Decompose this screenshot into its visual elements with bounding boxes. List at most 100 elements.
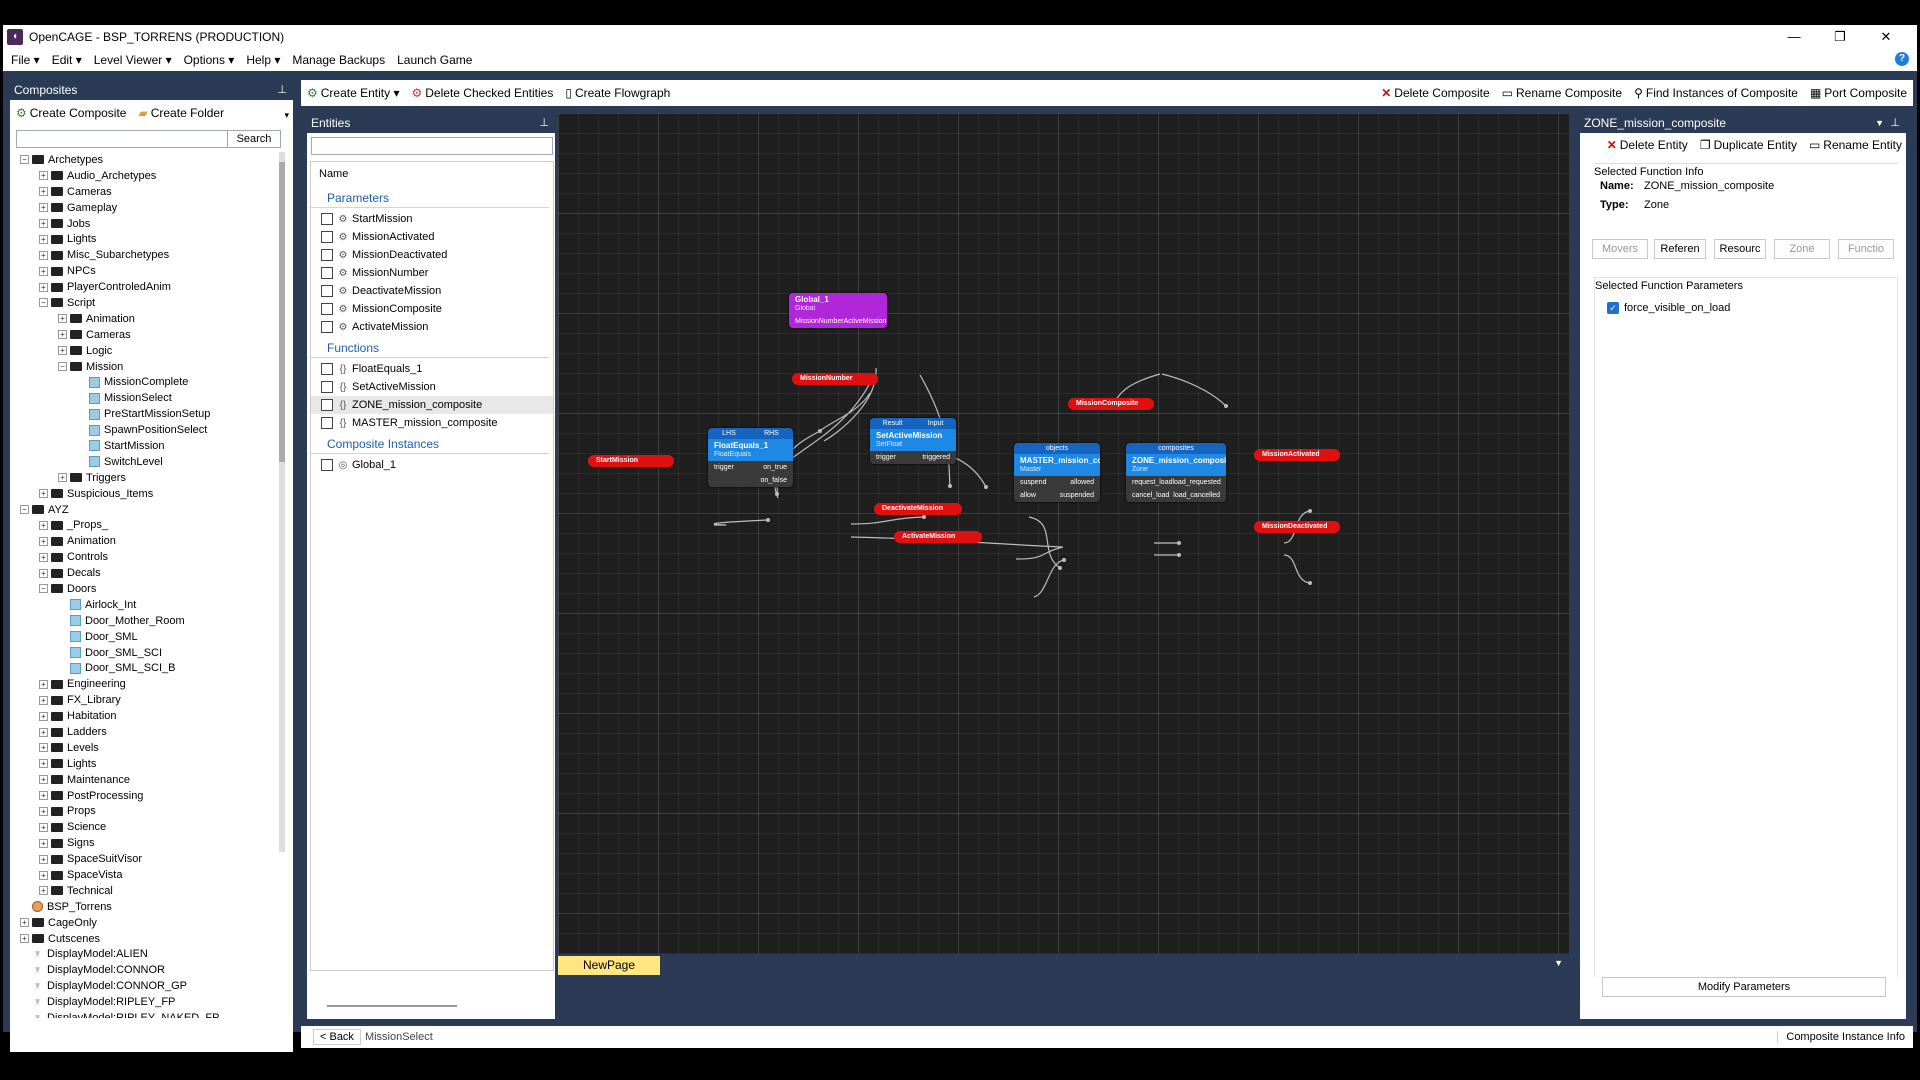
tree-item[interactable]: + NPCs: [12, 263, 274, 279]
delete-checked-entities-button[interactable]: ⚙ Delete Checked Entities: [412, 86, 554, 100]
tree-item[interactable]: ♆ DisplayModel:ALIEN: [12, 947, 274, 963]
tree-item[interactable]: + PostProcessing: [12, 788, 274, 804]
tree-item[interactable]: + Signs: [12, 835, 274, 851]
create-folder-button[interactable]: ▰ Create Folder: [138, 106, 224, 120]
entity-list-item[interactable]: ⚙ ActivateMission: [311, 318, 553, 336]
collapse-icon[interactable]: −: [39, 584, 48, 594]
tree-item[interactable]: + Audio_Archetypes: [12, 168, 274, 184]
tree-item[interactable]: ♆ DisplayModel:RIPLEY_FP: [12, 994, 274, 1010]
expand-icon[interactable]: +: [39, 203, 48, 213]
entity-list-item[interactable]: ⚙ MissionActivated: [311, 228, 553, 246]
entity-checkbox[interactable]: [321, 231, 333, 243]
node-pin[interactable]: MissionNumber: [795, 315, 844, 328]
pin-icon[interactable]: ⊥: [277, 80, 287, 100]
tree-item[interactable]: + Maintenance: [12, 772, 274, 788]
entity-list-hscroll[interactable]: [327, 1005, 457, 1007]
tree-item[interactable]: ♆ DisplayModel:RIPLEY_NAKED_FP: [12, 1010, 274, 1018]
tree-item[interactable]: + FX_Library: [12, 692, 274, 708]
create-entity-button[interactable]: ⚙ Create Entity ▾: [307, 86, 400, 100]
node-pin[interactable]: RHS: [764, 428, 779, 439]
menu-options[interactable]: Options ▾: [184, 53, 235, 67]
expand-icon[interactable]: +: [39, 552, 48, 562]
entity-checkbox[interactable]: [321, 303, 333, 315]
expand-icon[interactable]: +: [39, 171, 48, 181]
tree-item[interactable]: + Cameras: [12, 184, 274, 200]
tree-item[interactable]: + SpaceSuitVisor: [12, 851, 274, 867]
expand-icon[interactable]: +: [39, 489, 48, 499]
expand-icon[interactable]: +: [39, 536, 48, 546]
rename-composite-button[interactable]: ▭ Rename Composite: [1502, 86, 1622, 100]
tree-item[interactable]: PreStartMissionSetup: [12, 406, 274, 422]
tree-item[interactable]: MissionSelect: [12, 390, 274, 406]
collapse-icon[interactable]: −: [20, 155, 29, 165]
tree-scrollbar[interactable]: [279, 152, 285, 852]
flowgraph-node-floatequals[interactable]: LHS RHS FloatEquals_1 FloatEquals trigger on_…: [708, 428, 793, 487]
expand-icon[interactable]: +: [58, 330, 67, 340]
expand-icon[interactable]: +: [39, 187, 48, 197]
entity-checkbox[interactable]: [321, 381, 333, 393]
composite-instance-info-button[interactable]: Composite Instance Info: [1777, 1031, 1905, 1043]
expand-icon[interactable]: +: [39, 854, 48, 864]
entity-checkbox[interactable]: [321, 417, 333, 429]
entity-checkbox[interactable]: [321, 321, 333, 333]
tab-movers[interactable]: Movers: [1592, 239, 1648, 259]
flowgraph-node-zone[interactable]: composites ZONE_mission_composite Zone requ…: [1126, 443, 1226, 502]
tab-zone[interactable]: Zone: [1774, 239, 1830, 259]
expand-icon[interactable]: +: [39, 219, 48, 228]
entity-list-item[interactable]: ⚙ MissionDeactivated: [311, 246, 553, 264]
node-pin[interactable]: trigger: [876, 451, 896, 464]
flowgraph-node-global[interactable]: Global_1 Global MissionNumber ActiveMission…: [789, 293, 887, 328]
pin-icon[interactable]: ⊥: [1890, 113, 1900, 133]
tree-item[interactable]: + Triggers: [12, 470, 274, 486]
parameter-node[interactable]: StartMission: [588, 455, 674, 467]
node-pin[interactable]: Input: [928, 418, 944, 429]
tree-item[interactable]: + Science: [12, 819, 274, 835]
menu-file[interactable]: File ▾: [11, 53, 40, 67]
tree-item[interactable]: + Cameras: [12, 327, 274, 343]
menu-help[interactable]: Help ▾: [246, 53, 280, 67]
entity-checkbox[interactable]: [321, 459, 333, 471]
node-pin[interactable]: Result: [883, 418, 903, 429]
tree-item[interactable]: + Jobs: [12, 216, 274, 232]
tree-item[interactable]: Door_SML_SCI_B: [12, 661, 274, 677]
expand-icon[interactable]: +: [39, 759, 48, 769]
port-composite-button[interactable]: ▦ Port Composite: [1810, 86, 1907, 100]
tree-item[interactable]: + Animation: [12, 533, 274, 549]
flowgraph-node-master[interactable]: objectsMASTER_mission_compMastersuspenda…: [1014, 443, 1100, 502]
entity-list-item[interactable]: {} MASTER_mission_composite: [311, 414, 553, 432]
collapse-icon[interactable]: −: [39, 298, 48, 308]
parameter-node[interactable]: MissionNumber: [792, 373, 878, 385]
tree-item[interactable]: − AYZ: [12, 502, 274, 518]
rename-entity-button[interactable]: ▭ Rename Entity: [1809, 138, 1902, 152]
pin-icon[interactable]: ⊥: [539, 113, 549, 133]
toolbar-overflow-icon[interactable]: ▾: [284, 110, 289, 121]
tree-item[interactable]: + CageOnly: [12, 915, 274, 931]
tree-item[interactable]: + Ladders: [12, 724, 274, 740]
menu-launch-game[interactable]: Launch Game: [397, 53, 472, 67]
tree-item[interactable]: + Props: [12, 804, 274, 820]
entity-checkbox[interactable]: [321, 213, 333, 225]
expand-icon[interactable]: +: [39, 234, 48, 244]
help-icon[interactable]: ?: [1895, 52, 1909, 66]
modify-parameters-button[interactable]: Modify Parameters: [1602, 977, 1886, 997]
entity-checkbox[interactable]: [321, 399, 333, 411]
close-button[interactable]: ✕: [1863, 25, 1909, 49]
entity-list-item[interactable]: ⚙ StartMission: [311, 210, 553, 228]
entity-checkbox[interactable]: [321, 285, 333, 297]
node-pin[interactable]: allowed: [1070, 476, 1094, 489]
expand-icon[interactable]: +: [39, 838, 48, 848]
entity-checkbox[interactable]: [321, 249, 333, 261]
expand-icon[interactable]: +: [58, 346, 67, 356]
tab-resources[interactable]: Resourc: [1714, 239, 1766, 259]
expand-icon[interactable]: +: [39, 743, 48, 753]
expand-icon[interactable]: +: [39, 775, 48, 785]
dropdown-icon[interactable]: ▼: [1875, 113, 1884, 133]
tree-item[interactable]: Airlock_Int: [12, 597, 274, 613]
expand-icon[interactable]: +: [39, 282, 48, 292]
create-composite-button[interactable]: ⚙ Create Composite: [16, 106, 126, 120]
create-flowgraph-button[interactable]: ▯ Create Flowgraph: [565, 86, 670, 100]
expand-icon[interactable]: +: [39, 791, 48, 801]
parameter-node[interactable]: DeactivateMission: [874, 503, 962, 515]
node-pin[interactable]: triggered: [922, 451, 950, 464]
flowgraph-node-setactive[interactable]: Result Input SetActiveMission SetFloat trigg…: [870, 418, 956, 464]
